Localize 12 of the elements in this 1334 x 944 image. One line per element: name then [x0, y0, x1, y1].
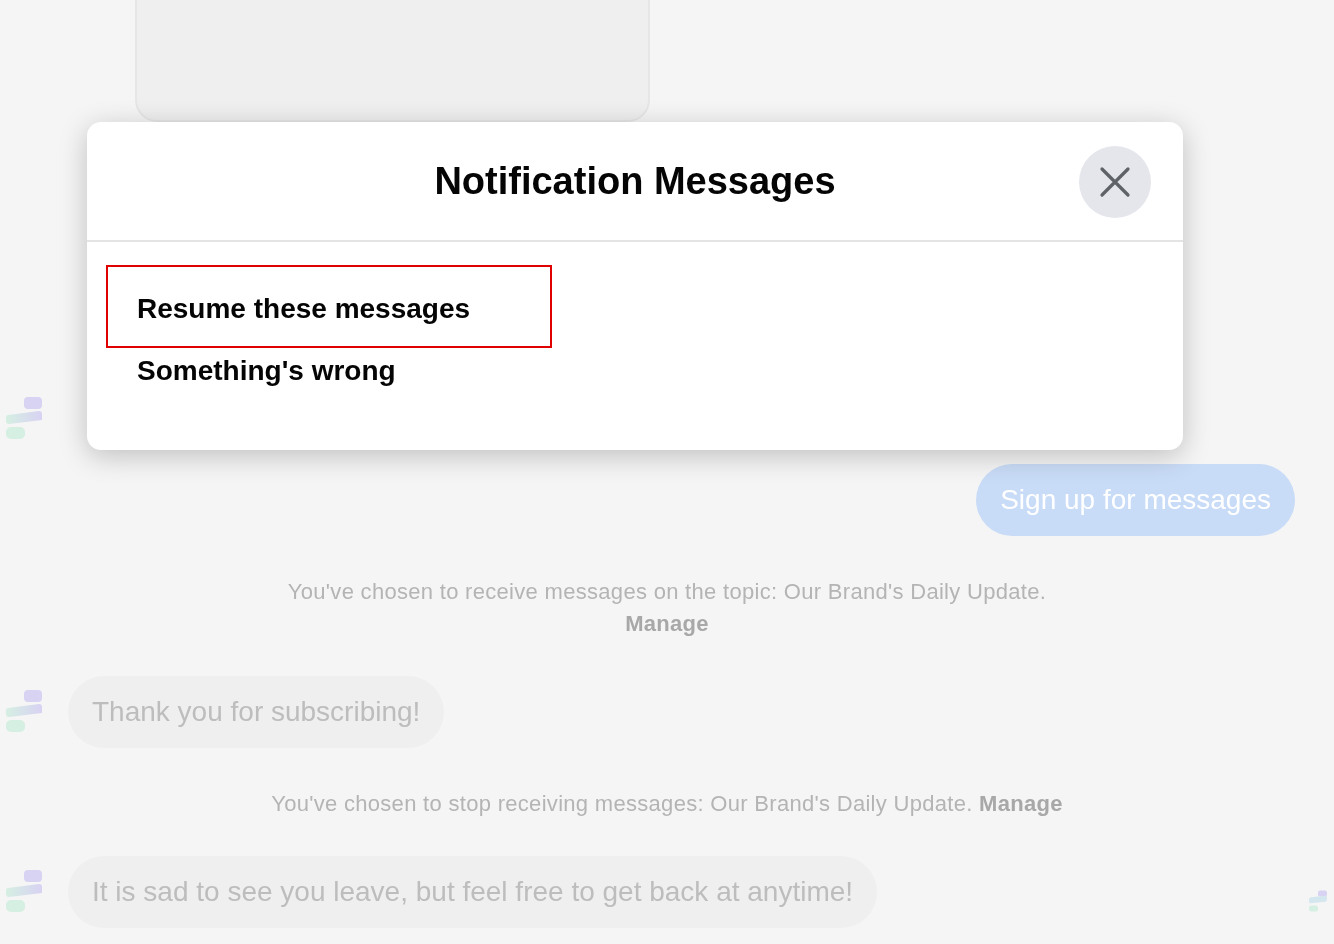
logo-icon — [4, 869, 44, 915]
logo-icon — [1308, 890, 1328, 914]
menu-option[interactable]: Resume these messages — [106, 265, 552, 348]
logo-icon — [4, 396, 44, 442]
dialog-title: Notification Messages — [434, 159, 836, 203]
notice-text: You've chosen to stop receiving messages: Our Brand's Daily Update. Manage — [271, 790, 1063, 818]
menu-option[interactable]: Something's wrong — [106, 348, 459, 400]
notice-text: You've chosen to receive messages on the topic: Our Brand's Daily Update. Manage — [286, 578, 1048, 638]
manage-link[interactable]: Manage — [625, 611, 709, 636]
close-icon — [1099, 166, 1131, 198]
logo-icon — [4, 689, 44, 735]
manage-link[interactable]: Manage — [979, 791, 1063, 816]
